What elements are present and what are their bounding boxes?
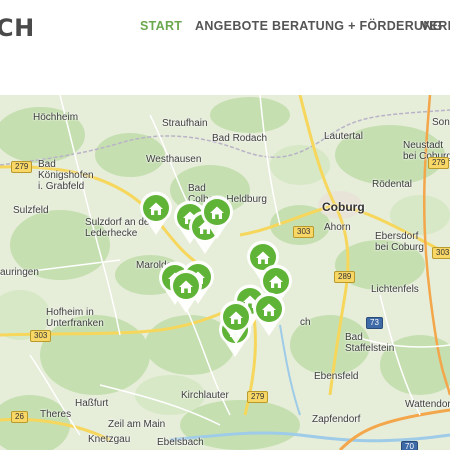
place-hassfurt: Haßfurt [75,398,109,409]
place-knetzgau: Knetzgau [88,434,131,445]
place-zapfendorf: Zapfendorf [312,414,361,425]
site-logo[interactable]: CH [0,14,35,42]
place-hofheim: Hofheim in Unterfranken [46,307,104,329]
place-auringen: auringen [0,267,39,278]
place-straufhain: Straufhain [162,118,208,129]
road-shield: 279 [247,391,269,403]
place-sonn: Sonn [432,117,450,128]
place-zeil: Zeil am Main [108,419,166,430]
place-theres: Theres [40,409,72,420]
place-ahorn: Ahorn [324,222,351,233]
road-shield: 70 [401,441,418,450]
place-bad-staffelstein: Bad Staffelstein [345,332,395,354]
place-lautertal: Lautertal [324,131,363,142]
nav-start[interactable]: START [140,19,182,33]
place-ch: ch [300,317,311,328]
place-sulzfeld: Sulzfeld [13,205,49,216]
site-header: CH START ANGEBOTE BERATUNG + FÖRDERUNG V… [0,0,450,95]
property-marker[interactable] [139,190,173,236]
place-ebelsbach: Ebelsbach [157,437,204,448]
road-shield: 73 [366,317,383,329]
road-shield: 303 [30,330,52,342]
road-shield: 279 [11,161,33,173]
property-marker[interactable] [252,291,286,337]
place-ebensfeld: Ebensfeld [314,371,359,382]
road-shield: 303 [293,226,315,238]
place-ebersdorf: Ebersdorf bei Coburg [375,231,424,253]
place-hoechheim: Höchheim [33,112,79,123]
map-view[interactable]: Höchheim Straufhain Bad Rodach Lautertal… [0,95,450,450]
place-roedental: Rödental [372,179,413,190]
road-shield: 279 [428,157,450,169]
road-shield: 26 [11,411,28,423]
property-marker[interactable] [200,194,234,240]
place-coburg: Coburg [322,200,365,214]
road-shield: 303 [432,247,450,259]
place-lichtenfels: Lichtenfels [371,284,419,295]
property-marker[interactable] [169,268,203,314]
nav-beratung-foerderung[interactable]: BERATUNG + FÖRDERUNG [272,19,443,33]
road-shield: 289 [334,271,356,283]
place-kirchlauter: Kirchlauter [181,390,229,401]
property-marker[interactable] [219,299,253,345]
place-westhausen: Westhausen [146,154,202,165]
nav-angebote[interactable]: ANGEBOTE [195,19,268,33]
place-bad-rodach: Bad Rodach [212,133,268,144]
place-bad-koenigshofen: Bad Königshofen i. Grabfeld [38,159,94,192]
place-wattendorf: Wattendorf [405,399,450,410]
nav-verkauf[interactable]: VERKA [421,19,450,33]
